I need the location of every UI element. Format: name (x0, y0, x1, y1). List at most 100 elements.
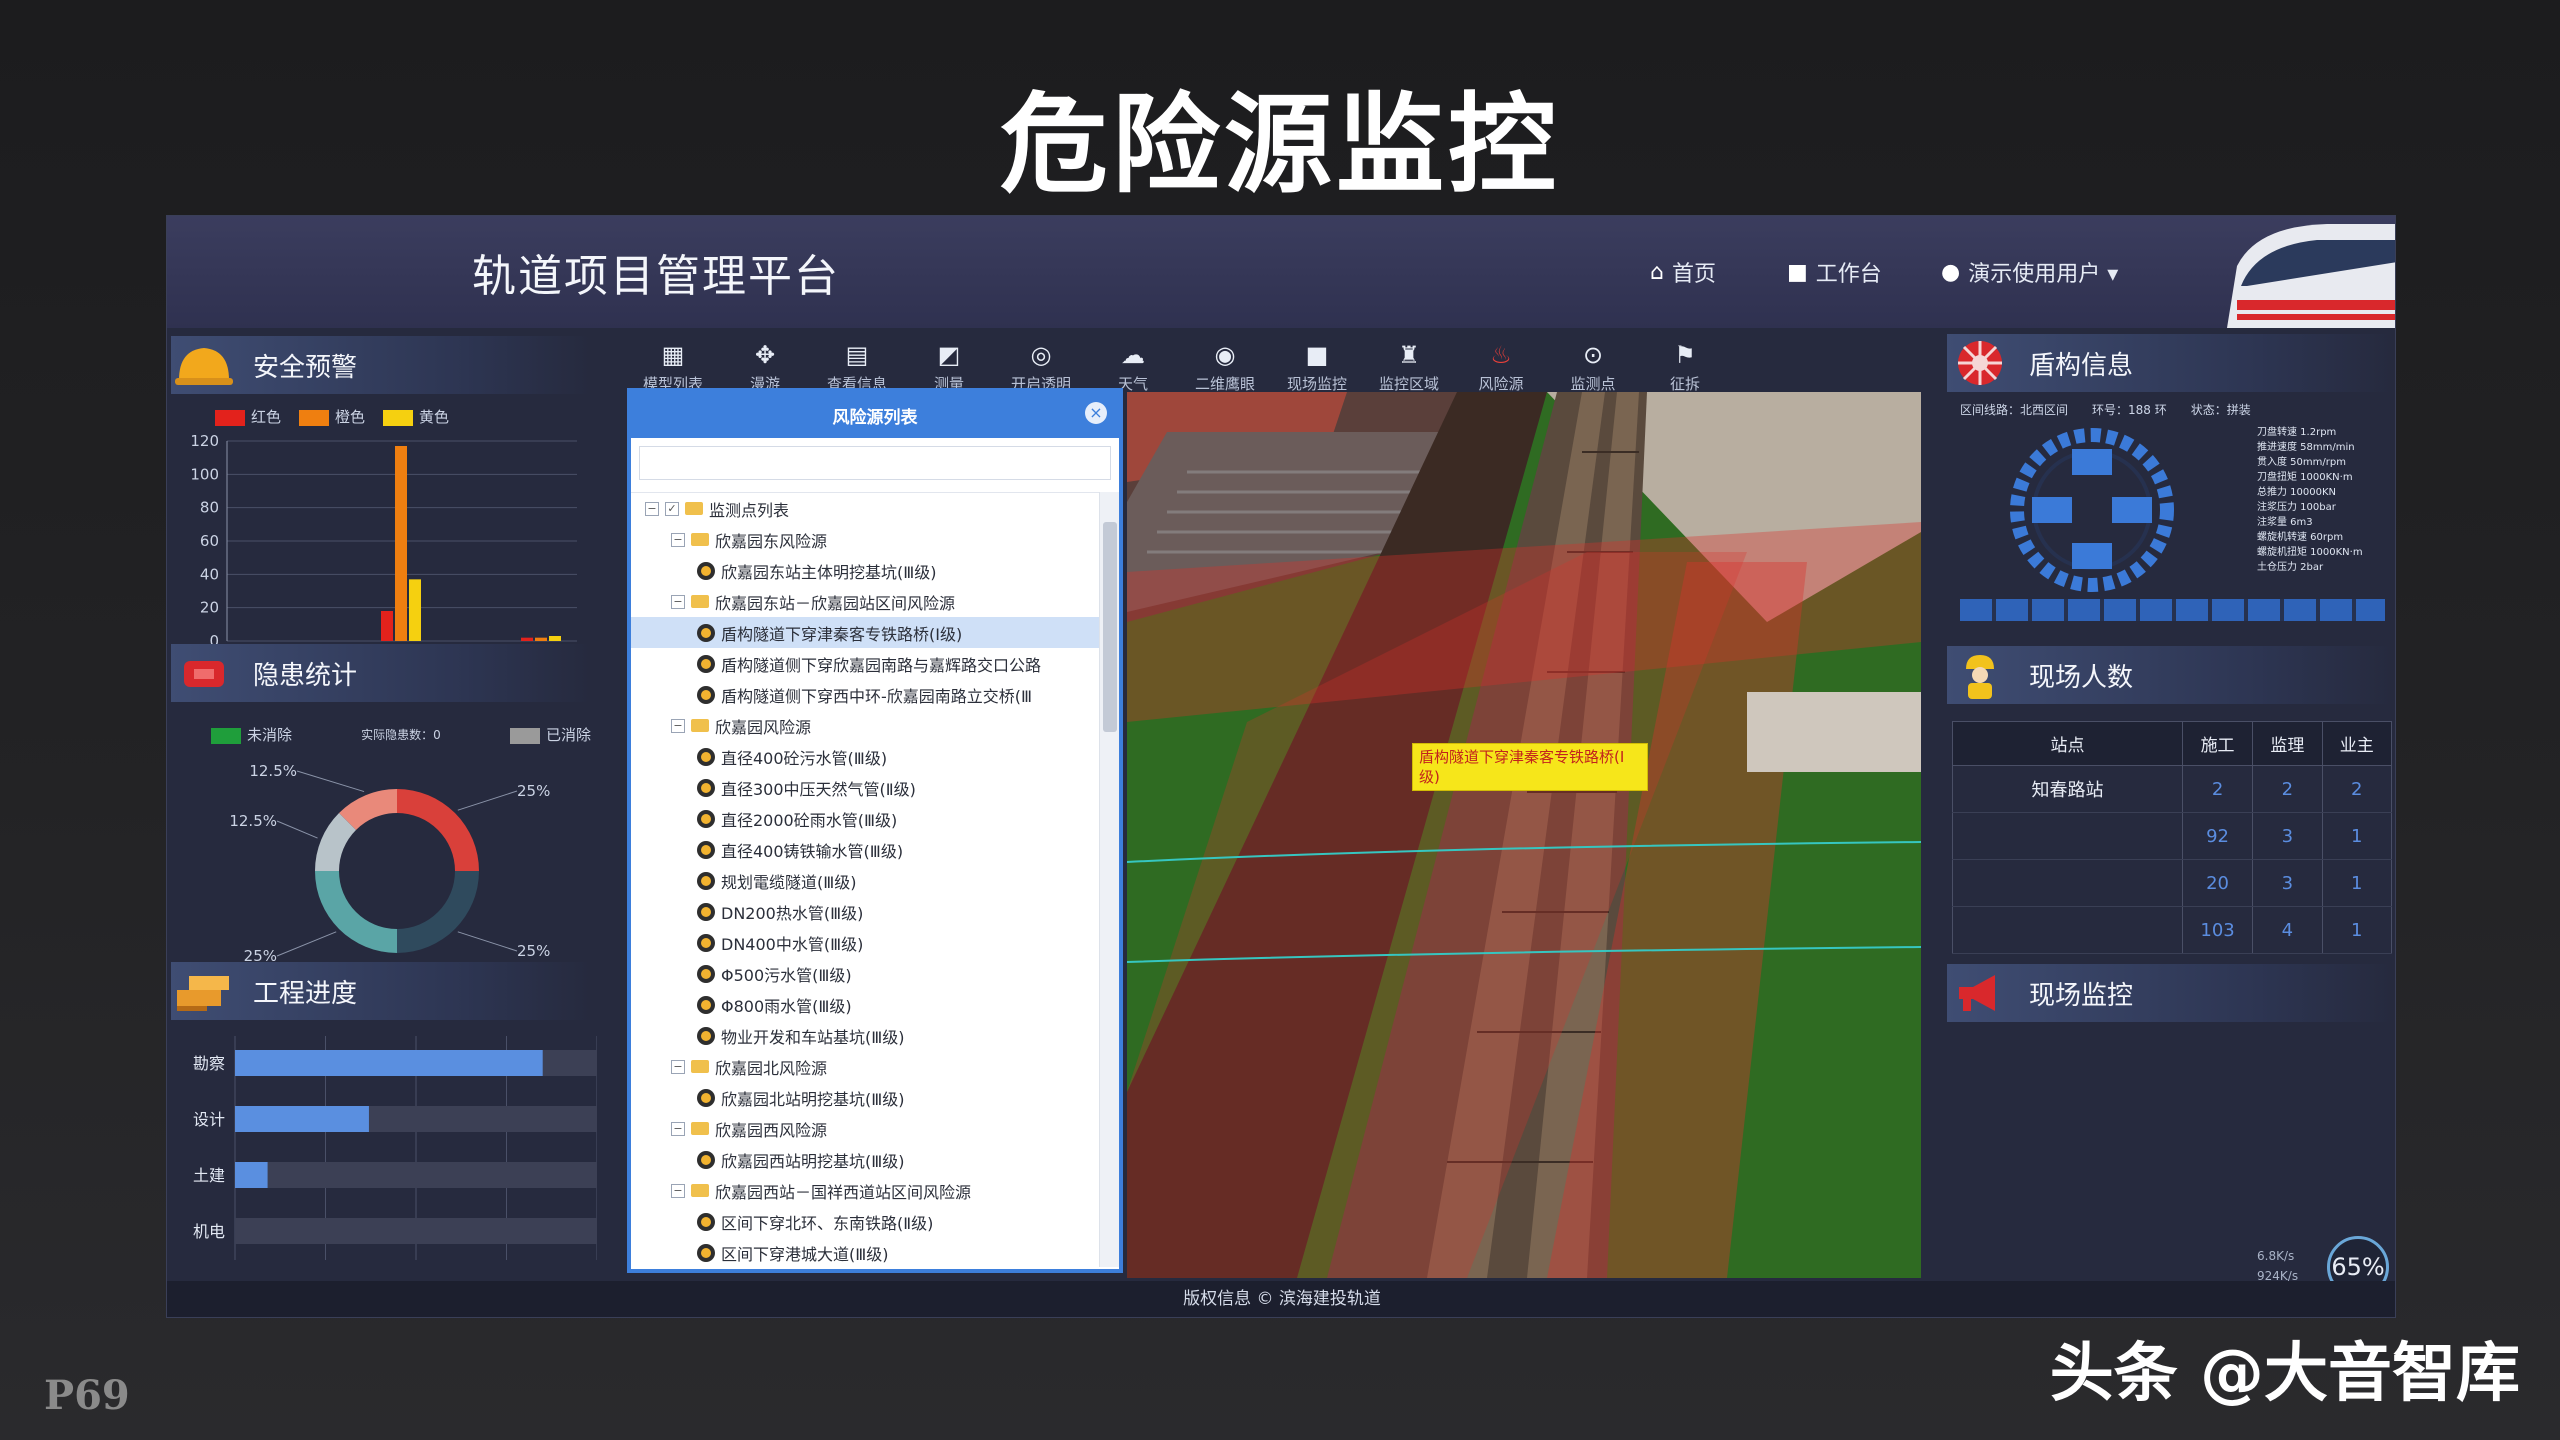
tree-item-hazard[interactable]: Φ500污水管(Ⅲ级) (631, 958, 1101, 989)
tree-item-label: 直径2000砼雨水管(Ⅲ级) (721, 810, 898, 830)
tree-item-hazard[interactable]: 直径400砼污水管(Ⅲ级) (631, 741, 1101, 772)
collapse-icon[interactable]: − (671, 594, 685, 609)
brick-icon (171, 962, 237, 1020)
tree-item-hazard[interactable]: 区间下穿北环、东南铁路(Ⅱ级) (631, 1206, 1101, 1237)
tree-item-label: 规划電缆隧道(Ⅲ级) (721, 872, 857, 892)
page-number: P69 (44, 1372, 130, 1419)
user-menu[interactable]: ● 演示使用用户 ▾ (1941, 256, 2118, 288)
folder-icon (691, 533, 709, 546)
progress-chart: 勘察设计土建机电 (193, 1036, 597, 1260)
collapse-icon[interactable]: − (645, 501, 659, 516)
close-icon[interactable]: × (1085, 402, 1107, 424)
app-footer: 版权信息 © 滨海建投轨道 (167, 1281, 2395, 1317)
tree-item-label: 欣嘉园西风险源 (715, 1120, 828, 1140)
folder-icon (691, 595, 709, 608)
donut-slice[interactable] (397, 789, 479, 871)
tree-item-hazard[interactable]: 盾构隧道下穿津秦客专铁路桥(Ⅰ级) (631, 617, 1101, 648)
table-row[interactable]: 103 4 1 (1952, 906, 2393, 954)
progress-bar[interactable] (235, 1106, 369, 1132)
collapse-icon[interactable]: − (671, 718, 685, 733)
tree-item-group[interactable]: − ✓ 监测点列表 (631, 493, 1101, 524)
tree-item-hazard[interactable]: DN400中水管(Ⅲ级) (631, 927, 1101, 958)
cloud-icon: ☁ (1121, 340, 1145, 369)
checkbox-icon[interactable]: ✓ (665, 501, 679, 516)
progress-bar[interactable] (235, 1162, 268, 1188)
tree-item-label: Φ500污水管(Ⅲ级) (721, 965, 852, 985)
tree-item-label: 欣嘉园北站明挖基坑(Ⅲ级) (721, 1089, 905, 1109)
hidden-danger-legend: 未消除 实际隐患数：0 已消除 (211, 724, 591, 745)
dialog-title: 风险源列表 (832, 407, 918, 428)
tree-item-group[interactable]: − 欣嘉园西站－国祥西道站区间风险源 (631, 1175, 1101, 1206)
tree-item-hazard[interactable]: 区间下穿港城大道(Ⅲ级) (631, 1237, 1101, 1267)
tree-scroll-thumb[interactable] (1103, 522, 1117, 732)
bar-橙色[interactable] (395, 446, 407, 641)
tree-item-hazard[interactable]: 盾构隧道侧下穿西中环-欣嘉园南路立交桥(Ⅲ (631, 679, 1101, 710)
tree-item-hazard[interactable]: 直径400铸铁输水管(Ⅲ级) (631, 834, 1101, 865)
helmet-icon (171, 336, 237, 394)
dialog-search-input[interactable] (639, 446, 1111, 480)
nav-workbench[interactable]: ■ 工作台 (1787, 256, 1882, 288)
cell-count: 1 (2321, 906, 2393, 954)
ruler-icon: ◩ (937, 340, 961, 369)
bar-黄色[interactable] (549, 636, 561, 641)
tree-item-label: 欣嘉园北风险源 (715, 1058, 828, 1078)
progress-track (235, 1162, 597, 1188)
donut-slice[interactable] (315, 871, 397, 953)
folder-icon (691, 719, 709, 732)
collapse-icon[interactable]: − (671, 532, 685, 547)
tree-item-group[interactable]: − 欣嘉园风险源 (631, 710, 1101, 741)
progress-bar[interactable] (235, 1050, 543, 1076)
collapse-icon[interactable]: − (671, 1059, 685, 1074)
tree-item-hazard[interactable]: 直径2000砼雨水管(Ⅲ级) (631, 803, 1101, 834)
y-tick-label: 80 (200, 499, 219, 517)
tree-item-label: 欣嘉园西站明挖基坑(Ⅲ级) (721, 1151, 905, 1171)
radiation-icon (697, 1088, 715, 1107)
tree-item-group[interactable]: − 欣嘉园东站－欣嘉园站区间风险源 (631, 586, 1101, 617)
user-icon: ● (1941, 259, 1961, 285)
donut-label: 12.5% (229, 812, 277, 830)
tree-item-label: 物业开发和车站基坑(Ⅲ级) (721, 1027, 905, 1047)
tree-item-group[interactable]: − 欣嘉园西风险源 (631, 1113, 1101, 1144)
shield-param: 总推力 10000KN (2257, 487, 2337, 498)
tree-item-hazard[interactable]: 物业开发和车站基坑(Ⅲ级) (631, 1020, 1101, 1051)
nav-workbench-label: 工作台 (1815, 262, 1882, 287)
radiation-icon (697, 1212, 715, 1231)
hazard-callout[interactable]: 盾构隧道下穿津秦客专铁路桥(Ⅰ级) (1412, 743, 1648, 791)
tree-item-hazard[interactable]: Φ800雨水管(Ⅲ级) (631, 989, 1101, 1020)
bar-橙色[interactable] (535, 637, 547, 641)
shield-params: 刀盘转速 1.2rpm 推进速度 58mm/min 贯入度 50mm/rpm 刀盘扭矩… (2257, 425, 2392, 575)
tree-scrollbar[interactable] (1099, 492, 1119, 1267)
tree-item-hazard[interactable]: 欣嘉园东站主体明挖基坑(Ⅲ级) (631, 555, 1101, 586)
bar-红色[interactable] (381, 611, 393, 641)
tree-item-hazard[interactable]: 规划電缆隧道(Ⅲ级) (631, 865, 1101, 896)
progress-header: 工程进度 (171, 962, 591, 1020)
home-icon: ⌂ (1650, 259, 1664, 285)
tree-item-hazard[interactable]: 欣嘉园西站明挖基坑(Ⅲ级) (631, 1144, 1101, 1175)
table-row[interactable]: 知春路站 2 2 2 (1952, 765, 2393, 813)
danger-icon (171, 644, 237, 702)
table-row[interactable]: 20 3 1 (1952, 859, 2393, 907)
nav-home[interactable]: ⌂ 首页 (1650, 256, 1716, 288)
scene-3d-view[interactable] (1127, 392, 1921, 1278)
tree-item-hazard[interactable]: 盾构隧道侧下穿欣嘉园南路与嘉辉路交口公路 (631, 648, 1101, 679)
y-tick-label: 20 (200, 599, 219, 617)
tree-item-hazard[interactable]: 直径300中压天然气管(Ⅱ级) (631, 772, 1101, 803)
tool-label: 监控区域 (1378, 374, 1439, 393)
collapse-icon[interactable]: − (671, 1121, 685, 1136)
tree-item-hazard[interactable]: 欣嘉园北站明挖基坑(Ⅲ级) (631, 1082, 1101, 1113)
megaphone-icon (1947, 964, 2013, 1022)
donut-slice[interactable] (397, 871, 479, 953)
collapse-icon[interactable]: − (671, 1183, 685, 1198)
tree-item-hazard[interactable]: DN200热水管(Ⅲ级) (631, 896, 1101, 927)
cell-count: 2 (2252, 765, 2323, 813)
radiation-icon (697, 1243, 715, 1262)
tree-item-group[interactable]: − 欣嘉园北风险源 (631, 1051, 1101, 1082)
bar-黄色[interactable] (409, 579, 421, 641)
col-owner: 业主 (2321, 721, 2393, 766)
table-row[interactable]: 92 3 1 (1952, 812, 2393, 860)
tree-item-group[interactable]: − 欣嘉园东风险源 (631, 524, 1101, 555)
document-icon: ▤ (845, 340, 869, 369)
shield-param: 注浆量 6m3 (2257, 517, 2313, 528)
bar-红色[interactable] (521, 637, 533, 641)
shield-param: 贯入度 50mm/rpm (2257, 457, 2346, 468)
